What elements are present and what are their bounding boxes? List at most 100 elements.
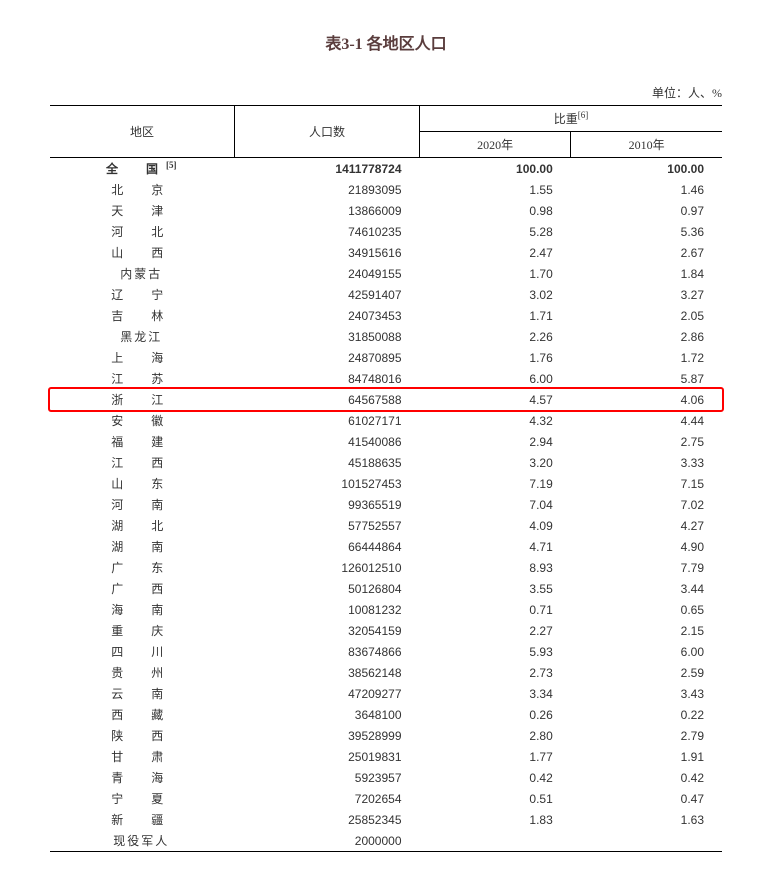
population-cell: 34915616	[235, 242, 420, 263]
ratio2020-cell: 1.83	[420, 809, 571, 830]
table-row: 山 西349156162.472.67	[50, 242, 722, 263]
population-cell: 7202654	[235, 788, 420, 809]
region-cell: 海 南	[50, 599, 235, 620]
table-row: 海 南100812320.710.65	[50, 599, 722, 620]
ratio2010-cell: 1.91	[571, 746, 722, 767]
population-cell: 32054159	[235, 620, 420, 641]
region-cell: 全 国[5]	[50, 158, 235, 180]
table-row: 辽 宁425914073.023.27	[50, 284, 722, 305]
ratio2010-cell: 0.42	[571, 767, 722, 788]
ratio2020-cell: 100.00	[420, 158, 571, 180]
population-cell: 24073453	[235, 305, 420, 326]
table-row: 山 东1015274537.197.15	[50, 473, 722, 494]
header-population: 人口数	[235, 106, 420, 158]
ratio2020-cell: 4.09	[420, 515, 571, 536]
ratio2020-cell: 3.55	[420, 578, 571, 599]
region-cell: 山 东	[50, 473, 235, 494]
ratio2010-cell: 0.22	[571, 704, 722, 725]
population-cell: 31850088	[235, 326, 420, 347]
population-cell: 57752557	[235, 515, 420, 536]
population-cell: 101527453	[235, 473, 420, 494]
ratio2020-cell: 2.47	[420, 242, 571, 263]
population-cell: 24870895	[235, 347, 420, 368]
table-row: 现役军人2000000	[50, 830, 722, 852]
table-body: 全 国[5]1411778724100.00100.00北 京218930951…	[50, 158, 722, 852]
header-year-2010: 2010年	[571, 132, 722, 158]
region-cell: 湖 南	[50, 536, 235, 557]
table-row: 青 海59239570.420.42	[50, 767, 722, 788]
region-cell: 广 东	[50, 557, 235, 578]
ratio2020-cell: 2.94	[420, 431, 571, 452]
table-row: 贵 州385621482.732.59	[50, 662, 722, 683]
region-cell: 江 苏	[50, 368, 235, 389]
header-year-2020: 2020年	[420, 132, 571, 158]
ratio2020-cell: 2.27	[420, 620, 571, 641]
ratio2010-cell: 7.79	[571, 557, 722, 578]
ratio2020-cell: 1.55	[420, 179, 571, 200]
population-cell: 10081232	[235, 599, 420, 620]
ratio2020-cell	[420, 830, 571, 852]
region-cell: 河 南	[50, 494, 235, 515]
table-row: 湖 北577525574.094.27	[50, 515, 722, 536]
table-row: 广 西501268043.553.44	[50, 578, 722, 599]
population-cell: 21893095	[235, 179, 420, 200]
table-row: 重 庆320541592.272.15	[50, 620, 722, 641]
region-cell: 福 建	[50, 431, 235, 452]
population-cell: 38562148	[235, 662, 420, 683]
population-cell: 5923957	[235, 767, 420, 788]
region-cell: 湖 北	[50, 515, 235, 536]
region-cell: 广 西	[50, 578, 235, 599]
ratio2020-cell: 0.26	[420, 704, 571, 725]
ratio2020-cell: 1.70	[420, 263, 571, 284]
population-cell: 50126804	[235, 578, 420, 599]
table-row: 甘 肃250198311.771.91	[50, 746, 722, 767]
region-cell: 宁 夏	[50, 788, 235, 809]
table-row: 宁 夏72026540.510.47	[50, 788, 722, 809]
table-row: 黑龙江318500882.262.86	[50, 326, 722, 347]
ratio2010-cell: 0.97	[571, 200, 722, 221]
ratio2010-cell: 3.27	[571, 284, 722, 305]
ratio2020-cell: 0.51	[420, 788, 571, 809]
region-cell: 山 西	[50, 242, 235, 263]
ratio2020-cell: 1.76	[420, 347, 571, 368]
population-cell: 61027171	[235, 410, 420, 431]
ratio2010-cell: 4.06	[571, 389, 722, 410]
ratio2010-cell: 3.43	[571, 683, 722, 704]
region-cell: 云 南	[50, 683, 235, 704]
table-row: 吉 林240734531.712.05	[50, 305, 722, 326]
region-cell: 内蒙古	[50, 263, 235, 284]
ratio2010-cell: 4.44	[571, 410, 722, 431]
region-cell: 北 京	[50, 179, 235, 200]
region-cell: 黑龙江	[50, 326, 235, 347]
table-row: 新 疆258523451.831.63	[50, 809, 722, 830]
ratio2010-cell: 4.27	[571, 515, 722, 536]
ratio2010-cell: 2.15	[571, 620, 722, 641]
table-row: 安 徽610271714.324.44	[50, 410, 722, 431]
table-row: 陕 西395289992.802.79	[50, 725, 722, 746]
table-row: 广 东1260125108.937.79	[50, 557, 722, 578]
ratio2020-cell: 2.80	[420, 725, 571, 746]
table-row: 江 苏847480166.005.87	[50, 368, 722, 389]
population-cell: 64567588	[235, 389, 420, 410]
ratio2020-cell: 8.93	[420, 557, 571, 578]
ratio2020-cell: 1.77	[420, 746, 571, 767]
ratio2010-cell: 3.33	[571, 452, 722, 473]
ratio2010-cell: 1.72	[571, 347, 722, 368]
ratio2010-cell: 0.47	[571, 788, 722, 809]
header-ratio: 比重[6]	[420, 106, 723, 132]
ratio2010-cell: 2.59	[571, 662, 722, 683]
ratio2020-cell: 0.42	[420, 767, 571, 788]
region-cell: 陕 西	[50, 725, 235, 746]
ratio2010-cell: 0.65	[571, 599, 722, 620]
ratio2020-cell: 1.71	[420, 305, 571, 326]
table-row: 四 川836748665.936.00	[50, 641, 722, 662]
table-row-total: 全 国[5]1411778724100.00100.00	[50, 158, 722, 180]
population-cell: 3648100	[235, 704, 420, 725]
region-cell: 西 藏	[50, 704, 235, 725]
table-row: 上 海248708951.761.72	[50, 347, 722, 368]
population-cell: 126012510	[235, 557, 420, 578]
table-row: 北 京218930951.551.46	[50, 179, 722, 200]
population-cell: 99365519	[235, 494, 420, 515]
region-cell: 青 海	[50, 767, 235, 788]
ratio2010-cell: 3.44	[571, 578, 722, 599]
